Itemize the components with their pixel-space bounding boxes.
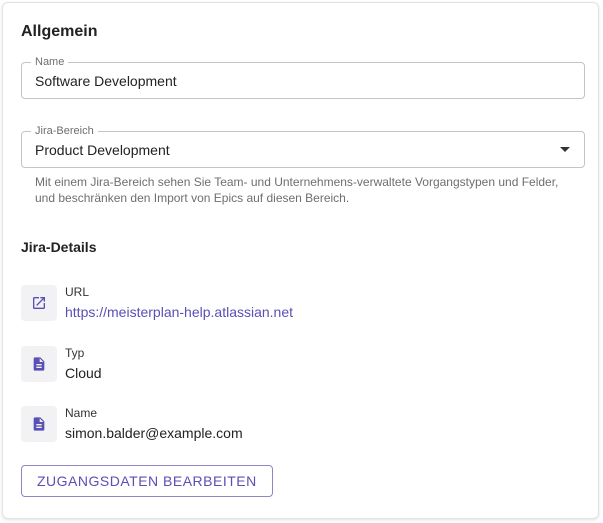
edit-credentials-button[interactable]: ZUGANGSDATEN BEARBEITEN [21,465,273,497]
dropdown-arrow-icon[interactable] [560,147,570,152]
detail-row-url: URL https://meisterplan-help.atlassian.n… [21,284,581,322]
detail-row-name: Name simon.balder@example.com [21,405,581,443]
detail-row-type: Typ Cloud [21,345,581,383]
document-icon [21,346,57,382]
detail-value-name: simon.balder@example.com [65,425,243,441]
name-field[interactable]: Name Software Development [21,55,585,99]
jira-url-link[interactable]: https://meisterplan-help.atlassian.net [65,303,293,321]
detail-label-name: Name [65,406,98,420]
jira-area-label: Jira-Bereich [31,124,98,138]
settings-card: Allgemein Name Software Development Jira… [2,2,599,519]
jira-area-select[interactable]: Jira-Bereich Product Development [21,124,585,168]
jira-area-value[interactable]: Product Development [35,141,170,159]
external-link-icon [21,285,57,321]
jira-area-helper-text: Mit einem Jira-Bereich sehen Sie Team- u… [35,175,559,205]
detail-label-type: Typ [65,346,85,360]
document-icon [21,406,57,442]
section-title-general: Allgemein [21,23,98,40]
detail-label-url: URL [65,285,90,299]
section-title-details: Jira-Details [21,239,97,255]
name-field-label: Name [31,55,69,69]
detail-value-type: Cloud [65,365,102,381]
name-field-value[interactable]: Software Development [35,72,177,90]
